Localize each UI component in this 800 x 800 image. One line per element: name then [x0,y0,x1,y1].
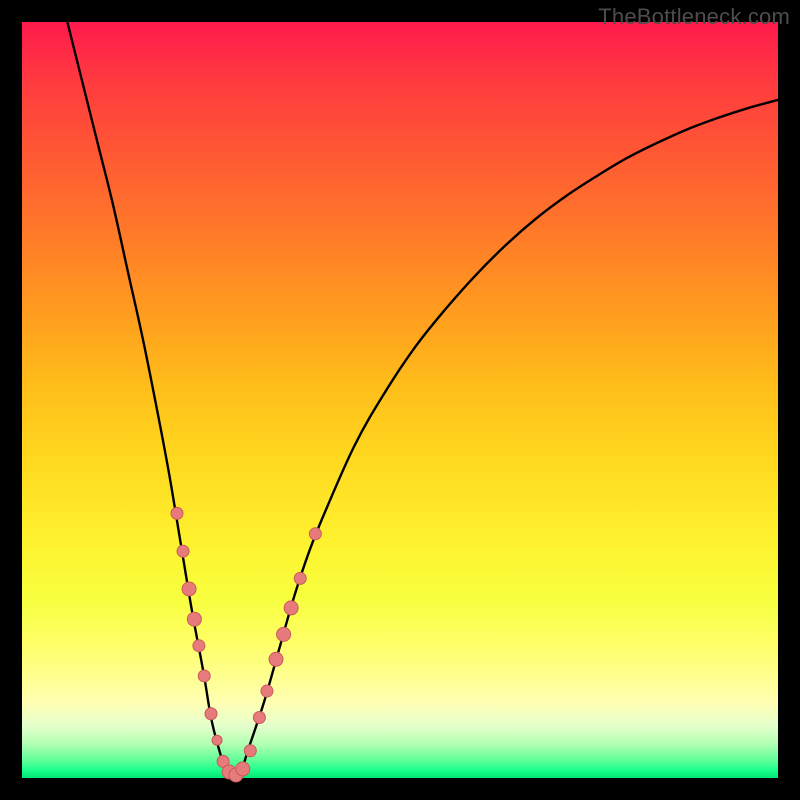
data-point [284,601,298,615]
data-point [171,507,183,519]
chart-overlay-svg [22,22,778,778]
data-point [277,627,291,641]
data-point [193,640,205,652]
data-point [236,762,250,776]
watermark-text: TheBottleneck.com [598,4,790,30]
data-point [187,612,201,626]
data-point [244,745,256,757]
data-point [212,735,222,745]
data-point [261,685,273,697]
data-point [198,670,210,682]
bottleneck-curve [67,22,778,778]
data-point [253,712,265,724]
curve-group [67,22,778,778]
data-point [309,528,321,540]
chart-frame: TheBottleneck.com [0,0,800,800]
data-point [269,652,283,666]
data-point [294,572,306,584]
data-point [177,545,189,557]
points-group [171,507,321,782]
data-point [182,582,196,596]
data-point [205,708,217,720]
